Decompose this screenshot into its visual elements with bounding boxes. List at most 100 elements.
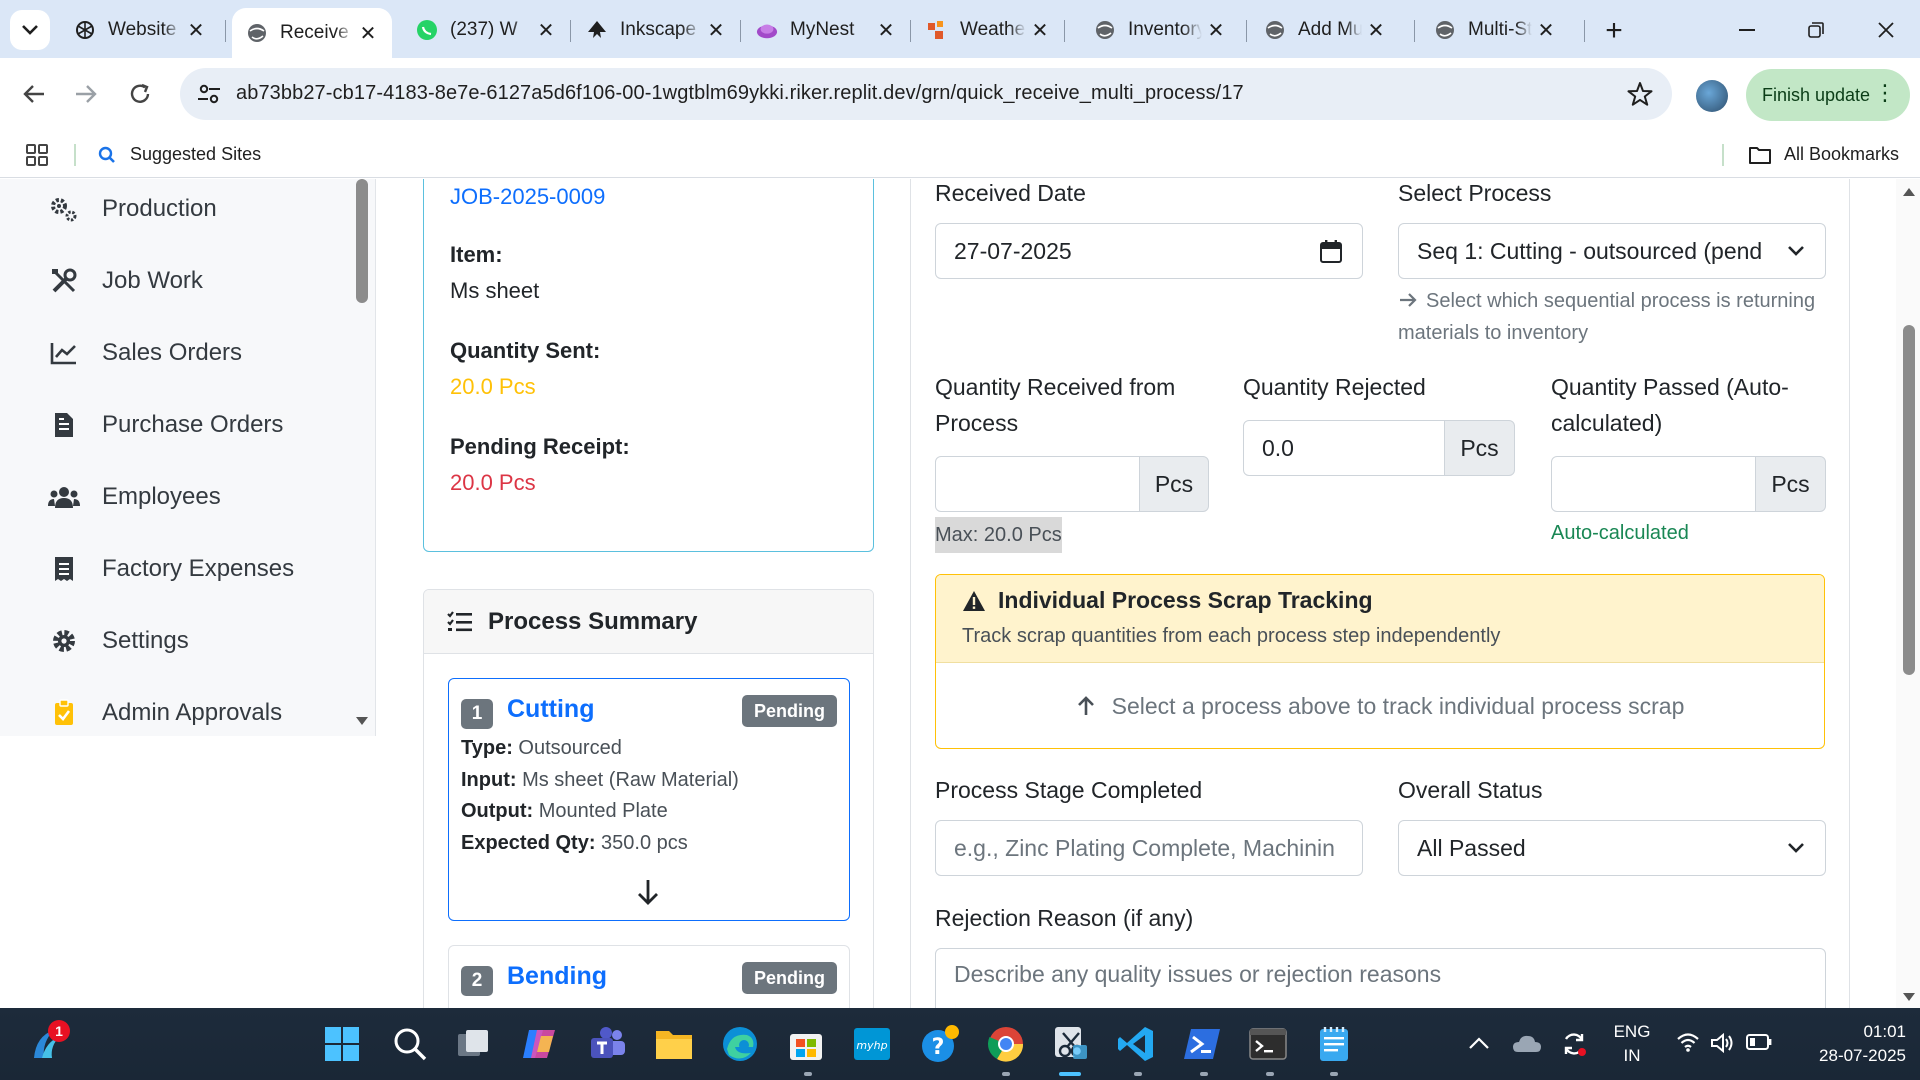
tab-add-multi[interactable]: Add Mu ✕: [1250, 8, 1400, 52]
close-icon[interactable]: ✕: [1362, 16, 1390, 44]
tab-website[interactable]: Website ✕: [60, 8, 220, 52]
rejection-reason-textarea[interactable]: Describe any quality issues or rejection…: [935, 948, 1826, 1008]
edge-app-icon[interactable]: [718, 1022, 762, 1066]
close-icon[interactable]: ✕: [702, 16, 730, 44]
close-icon[interactable]: ✕: [182, 16, 210, 44]
taskbar-search-button[interactable]: [388, 1022, 432, 1066]
quantity-received-input[interactable]: [935, 456, 1140, 512]
scrap-tracking-prompt: Select a process above to track individu…: [1111, 692, 1685, 719]
clock[interactable]: 01:01 28-07-2025: [1800, 1020, 1906, 1068]
received-date-input[interactable]: 27-07-2025: [935, 223, 1363, 279]
page-scrollbar-thumb[interactable]: [1903, 325, 1915, 675]
new-tab-button[interactable]: +: [1597, 14, 1631, 48]
tab-weather[interactable]: Weather ✕: [912, 8, 1064, 52]
onedrive-icon[interactable]: [1512, 1032, 1542, 1054]
sidebar-item-label: Sales Orders: [102, 339, 243, 366]
sidebar-item-settings[interactable]: Settings: [48, 621, 189, 661]
overall-status-dropdown[interactable]: All Passed: [1398, 820, 1826, 876]
tasks-list-icon: [447, 610, 472, 631]
close-window-button[interactable]: [1858, 10, 1914, 50]
job-number-link[interactable]: JOB-2025-0009: [450, 184, 605, 210]
tab-mynest[interactable]: MyNest ✕: [742, 8, 910, 52]
terminal-app-icon[interactable]: [1246, 1022, 1290, 1066]
select-process-label: Select Process: [1398, 180, 1552, 206]
close-icon[interactable]: ✕: [532, 16, 560, 44]
close-icon[interactable]: ✕: [872, 16, 900, 44]
tab-receive[interactable]: Receive ✕: [232, 8, 392, 58]
tab-title: Website: [108, 19, 177, 40]
task-view-button[interactable]: [452, 1022, 496, 1066]
restore-button[interactable]: [1788, 10, 1844, 50]
select-process-dropdown[interactable]: Seq 1: Cutting - outsourced (pend: [1398, 223, 1826, 279]
chrome-app-icon[interactable]: [984, 1022, 1028, 1066]
sidebar-scrollbar-thumb[interactable]: [356, 179, 368, 303]
address-bar[interactable]: ab73bb27-cb17-4183-8e7e-6127a5d6f106-00-…: [180, 68, 1672, 120]
sidebar-item-purchase-orders[interactable]: Purchase Orders: [48, 405, 283, 445]
teams-app-icon[interactable]: [586, 1022, 630, 1066]
reload-button[interactable]: [120, 74, 160, 114]
calendar-icon[interactable]: [1320, 239, 1342, 263]
back-button[interactable]: [14, 74, 54, 114]
sidebar-item-production[interactable]: Production: [48, 189, 217, 229]
close-icon[interactable]: ✕: [1026, 16, 1054, 44]
language-indicator[interactable]: ENG IN: [1604, 1020, 1660, 1068]
process-stage-placeholder: e.g., Zinc Plating Complete, Machinin: [954, 834, 1335, 861]
store-app-icon[interactable]: [784, 1022, 828, 1066]
powershell-app-icon[interactable]: [1180, 1022, 1224, 1066]
received-date-value: 27-07-2025: [954, 237, 1072, 264]
chevron-down-icon: [22, 25, 38, 35]
tab-search-button[interactable]: [10, 10, 50, 50]
windows-taskbar: 1 myhp ? ENG IN 01:01 28-07-2025: [0, 1008, 1920, 1080]
scroll-down-arrow-icon[interactable]: [1902, 992, 1916, 1002]
apps-grid-icon[interactable]: [26, 144, 48, 166]
step-name: Cutting: [507, 695, 595, 723]
whatsapp-icon: [416, 19, 438, 41]
all-bookmarks-button[interactable]: All Bookmarks: [1748, 144, 1899, 165]
process-step-card[interactable]: 1 Cutting Pending Type: Outsourced Input…: [448, 678, 850, 921]
snipping-tool-app-icon[interactable]: [1048, 1022, 1092, 1066]
close-icon[interactable]: ✕: [354, 19, 382, 47]
sync-icon[interactable]: [1560, 1030, 1588, 1058]
myhp-app-icon[interactable]: myhp: [850, 1022, 894, 1066]
sidebar-item-label: Employees: [102, 483, 221, 510]
start-button[interactable]: [320, 1022, 364, 1066]
tab-multi-step[interactable]: Multi-St ✕: [1420, 8, 1570, 52]
sidebar-item-label: Settings: [102, 627, 189, 654]
close-icon[interactable]: ✕: [1532, 16, 1560, 44]
file-explorer-app-icon[interactable]: [652, 1022, 696, 1066]
clock-date: 28-07-2025: [1819, 1046, 1906, 1065]
close-icon[interactable]: ✕: [1202, 16, 1230, 44]
tab-inventory[interactable]: Inventory ✕: [1080, 8, 1240, 52]
volume-icon[interactable]: [1710, 1032, 1736, 1054]
notepad-app-icon[interactable]: [1312, 1022, 1356, 1066]
vscode-app-icon[interactable]: [1114, 1022, 1158, 1066]
tab-whatsapp[interactable]: (237) W ✕: [402, 8, 570, 52]
sidebar-item-factory-expenses[interactable]: Factory Expenses: [48, 549, 294, 589]
chevron-up-icon[interactable]: [1468, 1036, 1490, 1050]
sidebar-item-admin-approvals[interactable]: Admin Approvals: [48, 693, 282, 733]
forward-button[interactable]: [66, 74, 106, 114]
battery-icon[interactable]: [1746, 1034, 1772, 1050]
sidebar-item-sales-orders[interactable]: Sales Orders: [48, 333, 242, 373]
scroll-up-arrow-icon[interactable]: [1902, 187, 1916, 197]
suggested-sites-bookmark[interactable]: Suggested Sites: [98, 144, 261, 165]
copilot-app-icon[interactable]: [518, 1022, 562, 1066]
finish-update-button[interactable]: Finish update ⋮: [1746, 69, 1910, 121]
tab-title: Add Mu: [1298, 19, 1362, 40]
sidebar-item-employees[interactable]: Employees: [48, 477, 221, 517]
quantity-passed-input[interactable]: [1551, 456, 1756, 512]
help-app-icon[interactable]: ?: [918, 1022, 962, 1066]
globe-icon: [246, 22, 268, 44]
quantity-rejected-input[interactable]: 0.0: [1243, 420, 1445, 476]
sidebar-item-job-work[interactable]: Job Work: [48, 261, 203, 301]
process-summary-header: Process Summary: [424, 590, 873, 654]
bookmarks-bar: Suggested Sites All Bookmarks: [0, 132, 1920, 178]
process-step-card[interactable]: 2 Bending Pending: [448, 945, 850, 1008]
bookmark-divider: [1722, 144, 1724, 166]
profile-avatar[interactable]: [1696, 80, 1728, 112]
wifi-icon[interactable]: [1676, 1032, 1700, 1052]
process-stage-input[interactable]: e.g., Zinc Plating Complete, Machinin: [935, 820, 1363, 876]
minimize-button[interactable]: [1720, 10, 1776, 50]
tab-inkscape[interactable]: Inkscape ✕: [572, 8, 740, 52]
scroll-down-arrow-icon[interactable]: [355, 716, 369, 726]
